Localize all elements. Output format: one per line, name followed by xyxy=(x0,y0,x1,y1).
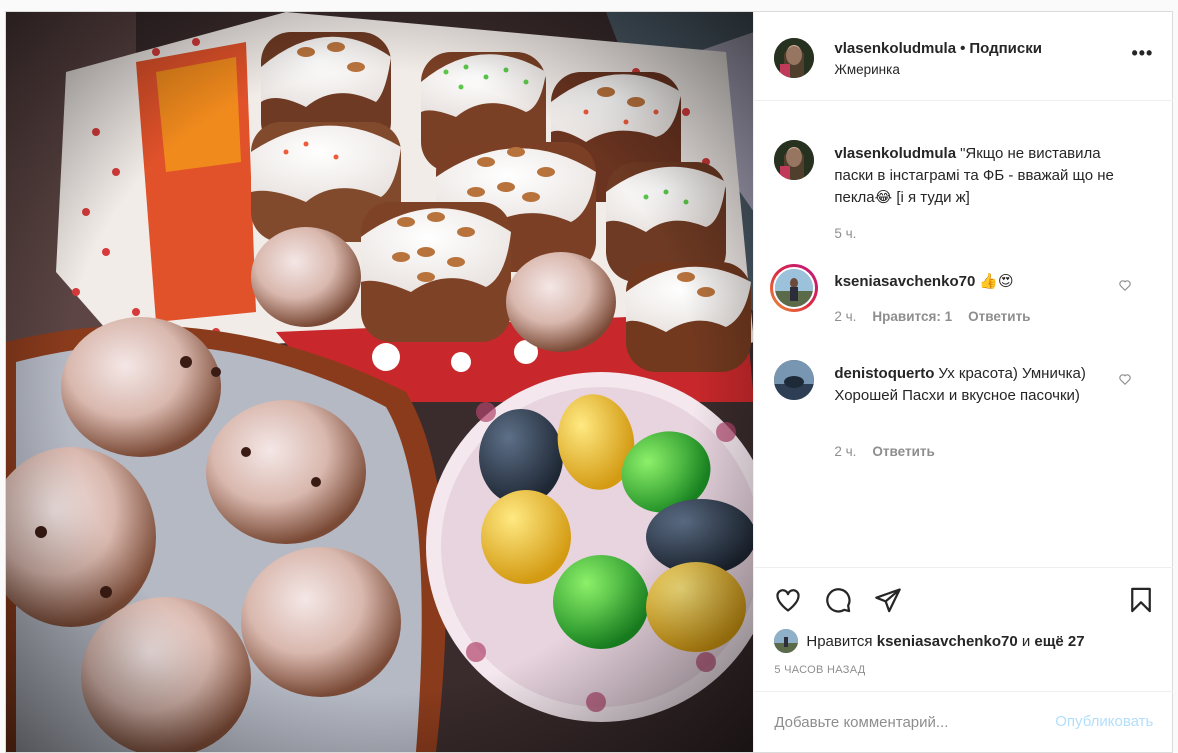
comment-text-block: kseniasavchenko70 👍😍 xyxy=(834,271,1134,293)
separator-dot: • xyxy=(960,40,966,57)
like-button[interactable] xyxy=(770,582,806,618)
post-side-panel: vlasenkoludmula • Подписки Жмеринка ••• vl… xyxy=(753,12,1174,752)
comment-text: 👍😍 xyxy=(979,273,1014,290)
publish-button[interactable]: Опубликовать xyxy=(1055,713,1153,730)
comment-meta: 2 ч. Ответить xyxy=(834,444,950,459)
heart-icon[interactable] xyxy=(1118,372,1132,386)
send-icon xyxy=(875,588,902,613)
caption-time[interactable]: 5 ч. xyxy=(834,226,856,241)
author-line: vlasenkoludmula • Подписки xyxy=(834,40,1042,57)
post-actions: Нравится kseniasavchenko70 и ещё 27 5 ЧА… xyxy=(754,567,1174,692)
comment-avatar[interactable] xyxy=(774,360,815,400)
save-button[interactable] xyxy=(1123,582,1159,618)
comment-input[interactable] xyxy=(774,706,1015,738)
caption-meta: 5 ч. xyxy=(834,226,872,241)
comment-time[interactable]: 2 ч. xyxy=(834,309,856,324)
author-avatar[interactable] xyxy=(774,38,815,78)
action-icons-row xyxy=(770,582,906,618)
comment-avatar[interactable] xyxy=(770,264,819,312)
post-photo[interactable] xyxy=(6,12,754,752)
comment-username[interactable]: denistoquerto xyxy=(834,365,934,382)
comment-icon xyxy=(826,588,851,613)
likes-prefix: Нравится xyxy=(806,632,873,650)
comments-list: vlasenkoludmula "Якщо не виставила паски … xyxy=(754,102,1173,566)
share-button[interactable] xyxy=(870,582,906,618)
follow-status-button[interactable]: Подписки xyxy=(969,40,1042,57)
comment-time[interactable]: 2 ч. xyxy=(834,444,856,459)
likes-joiner: и xyxy=(1021,632,1031,650)
likes-summary: Нравится kseniasavchenko70 и ещё 27 xyxy=(774,629,1085,653)
post-card: vlasenkoludmula • Подписки Жмеринка ••• vl… xyxy=(5,11,1174,753)
comment-username[interactable]: kseniasavchenko70 xyxy=(834,273,975,290)
caption-username[interactable]: vlasenkoludmula xyxy=(834,145,956,162)
reply-button[interactable]: Ответить xyxy=(968,309,1030,324)
comment-likes-count[interactable]: Нравится: 1 xyxy=(872,309,952,324)
post-header: vlasenkoludmula • Подписки Жмеринка ••• xyxy=(754,12,1174,101)
easter-bread-photo xyxy=(6,12,754,752)
liker-avatar[interactable] xyxy=(774,629,799,653)
liker-username[interactable]: kseniasavchenko70 xyxy=(877,633,1018,650)
reply-button[interactable]: Ответить xyxy=(872,444,934,459)
author-username[interactable]: vlasenkoludmula xyxy=(834,40,956,57)
bookmark-icon xyxy=(1131,587,1152,613)
post-location[interactable]: Жмеринка xyxy=(834,62,899,77)
comment-button[interactable] xyxy=(820,582,856,618)
comment-text-block: denistoquerto Ух красота) Умничка) Хороше… xyxy=(834,363,1134,407)
heart-icon[interactable] xyxy=(1118,278,1132,292)
heart-icon xyxy=(776,589,800,612)
more-horizontal-icon[interactable]: ••• xyxy=(1131,44,1153,62)
add-comment-bar: Опубликовать xyxy=(754,691,1174,752)
caption-author-avatar[interactable] xyxy=(774,140,815,180)
likes-others-link[interactable]: ещё 27 xyxy=(1034,633,1084,650)
caption-text-block: vlasenkoludmula "Якщо не виставила паски … xyxy=(834,143,1134,209)
comment-meta: 2 ч. Нравится: 1 Ответить xyxy=(834,309,1046,324)
post-timestamp[interactable]: 5 ЧАСОВ НАЗАД xyxy=(774,664,865,676)
